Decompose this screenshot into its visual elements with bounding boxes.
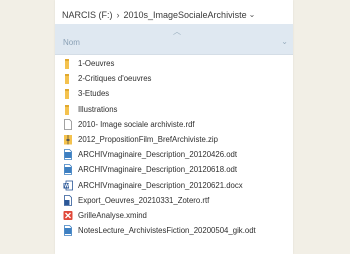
column-header-name[interactable]: Nom [63,38,80,47]
chevron-down-icon[interactable]: ⌄ [249,10,256,19]
list-item[interactable]: 2012_PropositionFilm_BrefArchiviste.zip [55,132,293,147]
odt-icon [63,225,73,237]
file-name: Illustrations [78,104,118,114]
file-name: 3-Etudes [78,89,110,99]
desktop-background: NARCIS (F:) › 2010s_ImageSocialeArchivis… [0,0,350,254]
folder-icon [63,58,73,70]
zip-icon [63,134,73,145]
list-item[interactable]: 3-Etudes [55,86,293,101]
svg-text:W: W [64,183,69,189]
file-name: NotesLecture_ArchivistesFiction_20200504… [78,226,256,236]
folder-icon [63,88,73,100]
list-item[interactable]: GrilleAnalyse.xmind [55,208,293,223]
rtf-icon [63,194,73,206]
list-item[interactable]: NotesLecture_ArchivistesFiction_20200504… [55,223,293,238]
odt-icon [63,149,73,161]
file-name: 1-Oeuvres [78,59,115,69]
list-item[interactable]: ARCHIVmaginaire_Description_20120618.odt [55,162,293,177]
file-name: ARCHIVmaginaire_Description_20120621.doc… [78,180,243,190]
file-name: GrilleAnalyse.xmind [78,210,147,220]
list-item[interactable]: ARCHIVmaginaire_Description_20120426.odt [55,147,293,162]
breadcrumb-drive[interactable]: NARCIS (F:) [62,10,113,20]
file-name: Export_Oeuvres_20210331_Zotero.rtf [78,195,210,205]
file-name: 2010- Image sociale archiviste.rdf [78,119,195,129]
folder-icon [63,104,73,115]
file-name: 2012_PropositionFilm_BrefArchiviste.zip [78,135,218,145]
document-icon [63,118,73,130]
chevron-down-icon[interactable]: ⌄ [281,37,288,46]
chevron-right-icon: › [116,9,120,20]
file-name: ARCHIVmaginaire_Description_20120426.odt [78,150,238,160]
file-explorer-window: NARCIS (F:) › 2010s_ImageSocialeArchivis… [55,0,293,254]
file-name: ARCHIVmaginaire_Description_20120618.odt [78,165,238,175]
folder-icon [63,73,73,85]
file-name: 2-Critiques d'oeuvres [78,74,152,84]
list-item[interactable]: 2-Critiques d'oeuvres [55,71,293,86]
sort-ascending-icon: ︿ [173,27,181,36]
odt-icon [63,164,73,176]
list-item[interactable]: Illustrations [55,102,293,117]
word-icon: W [63,180,73,191]
list-item[interactable]: 2010- Image sociale archiviste.rdf [55,117,293,132]
list-item[interactable]: W ARCHIVmaginaire_Description_20120621.d… [55,178,293,193]
xmind-icon [63,210,73,221]
breadcrumb-folder[interactable]: 2010s_ImageSocialeArchiviste [124,10,247,20]
breadcrumb: NARCIS (F:) › 2010s_ImageSocialeArchivis… [62,7,288,22]
list-item[interactable]: Export_Oeuvres_20210331_Zotero.rtf [55,193,293,208]
column-header: ︿ Nom ⌄ [55,24,293,55]
list-item[interactable]: 1-Oeuvres [55,56,293,71]
file-list: 1-Oeuvres 2-Critiques d'oeuvres 3-Etudes… [55,56,293,238]
